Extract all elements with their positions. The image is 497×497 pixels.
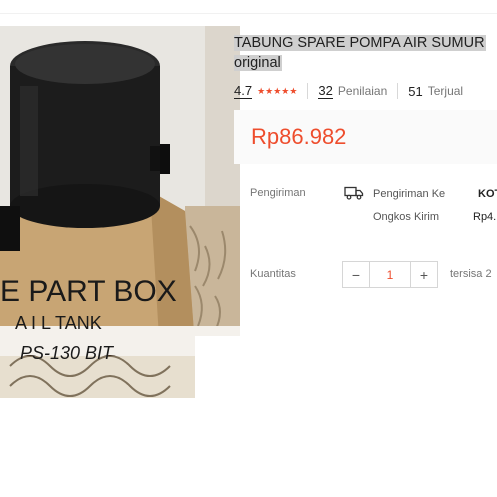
price-box: Rp86.982	[234, 110, 497, 164]
divider	[397, 83, 399, 99]
shipping-to-value[interactable]: KOT	[478, 188, 497, 200]
top-strip	[0, 0, 497, 14]
product-price: Rp86.982	[251, 124, 347, 149]
divider	[307, 83, 309, 99]
shipping-label: Pengiriman	[250, 187, 306, 199]
shipping-cost-label: Ongkos Kirim	[373, 211, 440, 223]
rating-stars-icon: ★★★★★	[257, 85, 298, 96]
box-text-line1: E PART BOX	[0, 275, 177, 308]
quantity-plus-button[interactable]: +	[411, 262, 437, 287]
product-title-line2: original	[234, 55, 282, 71]
product-image[interactable]: E PART BOX A I L TANK PS-130 BIT	[0, 26, 240, 398]
shipping-cost-value: Rp4.	[473, 211, 497, 223]
reviews-count[interactable]: 32	[318, 83, 333, 99]
sold-count: 51	[408, 83, 423, 99]
quantity-label: Kuantitas	[250, 268, 296, 280]
product-photo-svg: E PART BOX A I L TANK PS-130 BIT	[0, 26, 240, 398]
product-title-line1: TABUNG SPARE POMPA AIR SUMUR	[234, 35, 486, 51]
product-page: E PART BOX A I L TANK PS-130 BIT TABUNG …	[0, 0, 497, 497]
stock-remaining: tersisa 2	[450, 268, 492, 280]
shipping-to-label: Pengiriman Ke	[373, 188, 446, 200]
rating-row: 4.7 ★★★★★ 32 Penilaian 51 Terjual	[234, 82, 497, 100]
quantity-input[interactable]: 1	[369, 262, 411, 287]
box-text-line3: PS-130 BIT	[20, 343, 115, 363]
product-title: TABUNG SPARE POMPA AIR SUMUR original	[234, 33, 497, 73]
quantity-minus-button[interactable]: −	[343, 262, 369, 287]
quantity-stepper: − 1 +	[342, 261, 438, 288]
sold-label: Terjual	[427, 84, 464, 98]
truck-icon	[344, 186, 364, 200]
bottom-strip	[0, 486, 497, 497]
reviews-label: Penilaian	[337, 84, 388, 98]
rating-value[interactable]: 4.7	[234, 83, 253, 99]
box-text-line2: A I L TANK	[15, 313, 102, 333]
